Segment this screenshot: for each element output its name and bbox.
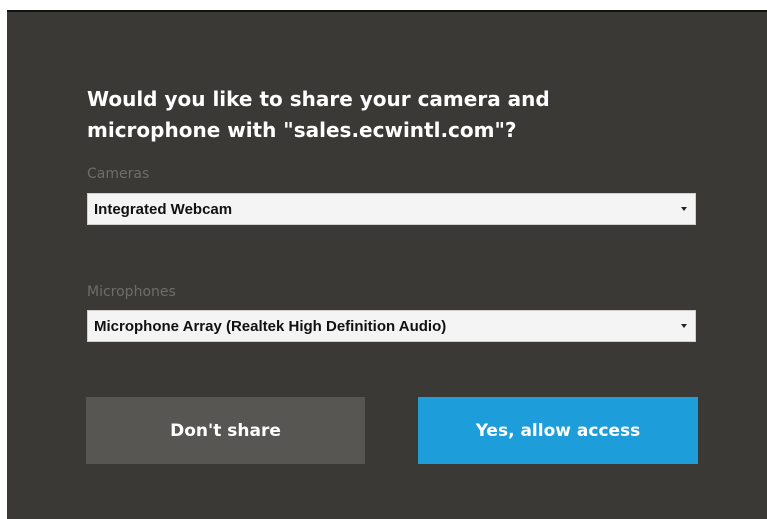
chevron-down-icon (681, 324, 687, 328)
dont-share-button[interactable]: Don't share (86, 397, 365, 464)
chevron-down-icon (681, 207, 687, 211)
microphone-select[interactable]: Microphone Array (Realtek High Definitio… (87, 310, 696, 342)
microphone-select-value: Microphone Array (Realtek High Definitio… (94, 317, 447, 335)
dialog-title: Would you like to share your camera and … (87, 87, 550, 142)
allow-access-button[interactable]: Yes, allow access (418, 397, 698, 464)
cameras-label: Cameras (87, 166, 150, 182)
camera-select[interactable]: Integrated Webcam (87, 193, 696, 225)
permission-dialog: Would you like to share your camera and … (7, 10, 767, 519)
microphones-label: Microphones (87, 284, 176, 300)
camera-select-value: Integrated Webcam (94, 200, 233, 218)
